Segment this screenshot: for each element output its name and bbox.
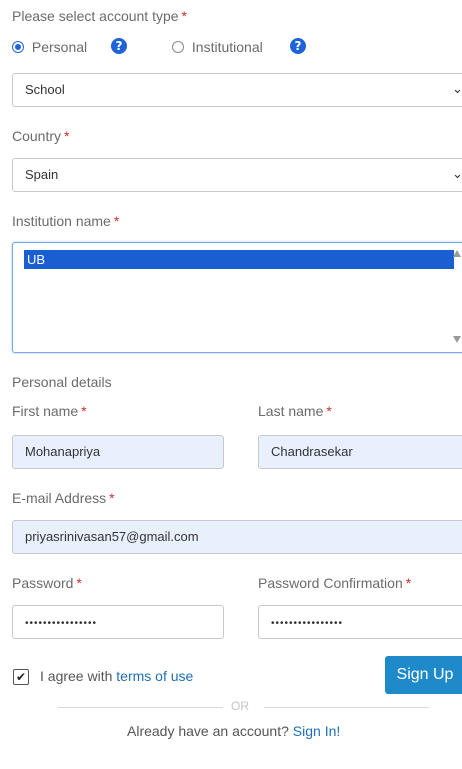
institutional-radio-label: Institutional — [191, 39, 263, 56]
institutional-radio[interactable] — [172, 41, 184, 54]
divider-or-text: OR — [231, 699, 249, 713]
required-mark: * — [76, 575, 82, 591]
required-mark: * — [405, 575, 412, 591]
password-confirmation-masked-value: •••••••••••••••• — [271, 618, 344, 629]
country-label-text: Country — [12, 128, 62, 144]
first-name-input[interactable]: Mohanapriya — [12, 435, 224, 469]
last-name-label-text: Last name — [258, 403, 324, 419]
sign-in-link[interactable]: Sign In! — [293, 723, 340, 739]
institutional-help-icon[interactable]: ? — [290, 38, 306, 54]
account-type-institutional-option[interactable]: Institutional — [172, 38, 263, 55]
scroll-up-arrow-icon[interactable] — [453, 250, 461, 257]
personal-radio[interactable] — [12, 41, 24, 54]
divider-line-right — [264, 707, 429, 708]
password-confirmation-label: Password Confirmation * — [258, 575, 411, 591]
institution-name-listbox[interactable]: UB — [12, 242, 462, 353]
terms-prefix: I agree with — [40, 668, 113, 684]
country-label: Country * — [12, 128, 69, 144]
chevron-down-icon[interactable]: ⌄ — [452, 82, 462, 97]
sign-in-prompt: Already have an account? Sign In! — [127, 723, 340, 739]
password-confirmation-label-text: Password Confirmation — [258, 575, 403, 591]
email-label-text: E-mail Address — [12, 490, 107, 506]
chevron-down-icon[interactable]: ⌄ — [452, 167, 462, 182]
password-masked-value: •••••••••••••••• — [25, 618, 98, 629]
divider-line-left — [58, 707, 223, 708]
password-label: Password * — [12, 575, 82, 591]
required-mark: * — [326, 403, 332, 419]
personal-help-icon[interactable]: ? — [111, 38, 127, 54]
last-name-value: Chandrasekar — [271, 444, 353, 459]
institution-type-select-value: School — [25, 82, 65, 97]
country-select[interactable]: Spain — [12, 158, 462, 192]
first-name-label-text: First name — [12, 403, 79, 419]
required-mark: * — [109, 490, 115, 506]
listbox-option-selected[interactable]: UB — [24, 250, 454, 269]
last-name-label: Last name * — [258, 403, 332, 419]
institution-name-label: Institution name * — [12, 213, 119, 229]
sign-up-button[interactable]: Sign Up — [385, 656, 462, 694]
country-select-value: Spain — [25, 167, 59, 182]
institution-type-select[interactable]: School — [12, 73, 462, 107]
first-name-value: Mohanapriya — [25, 444, 101, 459]
email-label: E-mail Address * — [12, 490, 115, 506]
required-mark: * — [64, 128, 70, 144]
password-confirmation-input[interactable]: •••••••••••••••• — [258, 605, 462, 639]
required-mark: * — [181, 8, 187, 24]
email-value: priyasrinivasan57@gmail.com — [25, 529, 199, 544]
terms-checkbox[interactable]: ✔ — [13, 669, 29, 685]
personal-details-heading: Personal details — [12, 374, 112, 390]
required-mark: * — [81, 403, 87, 419]
email-field[interactable]: priyasrinivasan57@gmail.com — [12, 520, 462, 554]
password-label-text: Password — [12, 575, 74, 591]
password-input[interactable]: •••••••••••••••• — [12, 605, 224, 639]
institution-name-label-text: Institution name — [12, 213, 111, 229]
personal-radio-label: Personal — [31, 39, 88, 56]
last-name-input[interactable]: Chandrasekar — [258, 435, 462, 469]
required-mark: * — [113, 213, 120, 229]
sign-in-prompt-text: Already have an account? — [127, 723, 289, 739]
terms-of-use-link[interactable]: terms of use — [116, 668, 193, 684]
account-type-personal-option[interactable]: Personal — [12, 38, 87, 55]
scroll-down-arrow-icon[interactable] — [453, 336, 461, 343]
first-name-label: First name * — [12, 403, 87, 419]
terms-text: I agree with terms of use — [40, 668, 193, 684]
account-type-label: Please select account type * — [12, 8, 187, 24]
account-type-label-text: Please select account type — [12, 8, 179, 24]
